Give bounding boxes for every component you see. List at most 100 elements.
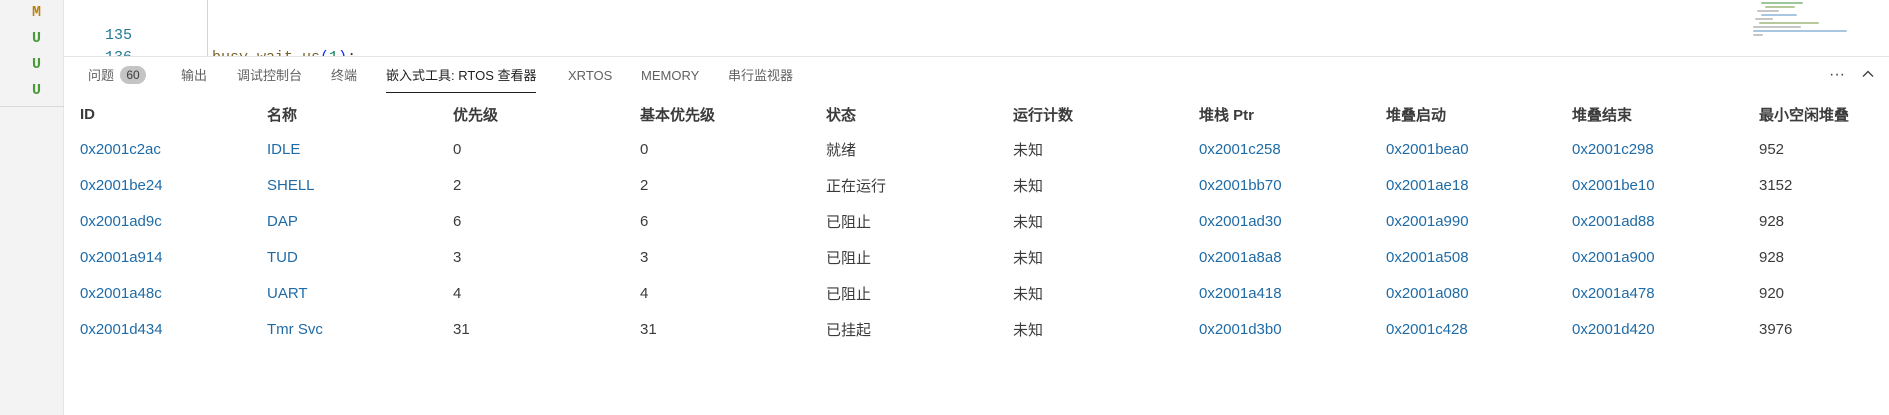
- column-header: 运行计数: [1013, 106, 1074, 124]
- git-status-modified[interactable]: M: [32, 4, 41, 21]
- table-header-row: ID 名称 优先级 基本优先级 状态 运行计数 堆栈 Ptr 堆叠启动 堆叠结束 最小空闲堆叠: [80, 97, 1880, 131]
- table-row[interactable]: 0x2001a48c UART 4 4 已阻止 未知 0x2001a418 0x2001a08…: [80, 275, 1880, 311]
- table-cell: 6: [453, 212, 462, 230]
- tab-label: 输出: [181, 68, 208, 83]
- table-cell: 正在运行: [826, 177, 887, 195]
- tab-terminal[interactable]: 终端: [331, 57, 357, 93]
- git-status-untracked[interactable]: U: [32, 30, 41, 47]
- column-header: 堆叠结束: [1572, 106, 1633, 124]
- table-cell[interactable]: 0x2001c428: [1386, 311, 1572, 347]
- table-row[interactable]: 0x2001d434 Tmr Svc 31 31 已挂起 未知 0x2001d3b0 0x20…: [80, 311, 1880, 347]
- tab-output[interactable]: 输出: [181, 57, 207, 93]
- table-cell: 未知: [1013, 321, 1044, 339]
- code-line[interactable]: 136 } while (true);: [64, 25, 132, 56]
- tab-label: 嵌入式工具: RTOS 查看器: [386, 68, 537, 83]
- table-cell[interactable]: 0x2001d3b0: [1199, 311, 1386, 347]
- column-header: 堆叠启动: [1386, 106, 1447, 124]
- table-cell[interactable]: 0x2001bb70: [1199, 167, 1386, 203]
- problems-count-badge: 60: [120, 66, 147, 84]
- table-cell[interactable]: Tmr Svc: [267, 311, 453, 347]
- tab-serial-monitor[interactable]: 串行监视器: [728, 57, 793, 93]
- git-status-untracked[interactable]: U: [32, 82, 41, 99]
- tab-label: 终端: [331, 68, 358, 83]
- table-cell[interactable]: 0x2001c2ac: [80, 131, 267, 167]
- indent-guide: [207, 0, 208, 56]
- table-cell[interactable]: 0x2001a8a8: [1199, 239, 1386, 275]
- table-cell: 已阻止: [826, 249, 872, 267]
- table-cell: 已阻止: [826, 213, 872, 231]
- table-cell[interactable]: 0x2001be10: [1572, 167, 1759, 203]
- tab-rtos-viewer[interactable]: 嵌入式工具: RTOS 查看器: [386, 57, 537, 93]
- table-cell[interactable]: 0x2001ad88: [1572, 203, 1759, 239]
- table-cell: 未知: [1013, 213, 1044, 231]
- table-cell[interactable]: DAP: [267, 203, 453, 239]
- tab-memory[interactable]: MEMORY: [641, 57, 699, 93]
- table-row[interactable]: 0x2001a914 TUD 3 3 已阻止 未知 0x2001a8a8 0x2001a508…: [80, 239, 1880, 275]
- collapse-panel-icon[interactable]: [1858, 67, 1878, 87]
- table-cell[interactable]: 0x2001a478: [1572, 275, 1759, 311]
- code-line[interactable]: 137 }: [64, 47, 118, 56]
- tab-label: MEMORY: [641, 68, 700, 83]
- table-cell[interactable]: 0x2001a900: [1572, 239, 1759, 275]
- table-cell: 0: [640, 140, 649, 158]
- table-cell[interactable]: 0x2001a914: [80, 239, 267, 275]
- table-cell[interactable]: TUD: [267, 239, 453, 275]
- tab-label: 问题: [88, 68, 115, 83]
- code-line[interactable]: 135 busy_wait_us(1);: [64, 3, 356, 56]
- table-cell: 3: [453, 248, 462, 266]
- table-cell[interactable]: 0x2001bea0: [1386, 131, 1572, 167]
- table-cell[interactable]: IDLE: [267, 131, 453, 167]
- table-cell: 已挂起: [826, 321, 872, 339]
- table-cell: 952: [1759, 140, 1785, 158]
- table-cell[interactable]: 0x2001c258: [1199, 131, 1386, 167]
- table-row[interactable]: 0x2001be24 SHELL 2 2 正在运行 未知 0x2001bb70 0x2001a…: [80, 167, 1880, 203]
- table-cell[interactable]: 0x2001d420: [1572, 311, 1759, 347]
- table-cell[interactable]: 0x2001be24: [80, 167, 267, 203]
- table-cell: 6: [640, 212, 649, 230]
- table-cell[interactable]: 0x2001a990: [1386, 203, 1572, 239]
- table-cell[interactable]: SHELL: [267, 167, 453, 203]
- table-cell: 未知: [1013, 177, 1044, 195]
- column-header: ID: [80, 105, 95, 123]
- column-header: 最小空闲堆叠: [1759, 106, 1850, 124]
- table-cell[interactable]: 0x2001ad30: [1199, 203, 1386, 239]
- table-cell[interactable]: 0x2001a48c: [80, 275, 267, 311]
- table-cell: 920: [1759, 284, 1785, 302]
- code-editor[interactable]: 135 busy_wait_us(1); 136 } while (true);…: [64, 0, 1889, 56]
- table-cell[interactable]: 0x2001c298: [1572, 131, 1759, 167]
- bottom-panel: 问题 60 输出 调试控制台 终端 嵌入式工具: RTOS 查看器 XRTOS M…: [64, 56, 1889, 415]
- table-cell: 3152: [1759, 176, 1793, 194]
- vscode-window: M U U U 135 busy_wait_us(1); 136 } while…: [0, 0, 1889, 415]
- table-cell: 2: [640, 176, 649, 194]
- table-row[interactable]: 0x2001c2ac IDLE 0 0 就绪 未知 0x2001c258 0x2001bea0…: [80, 131, 1880, 167]
- column-header: 状态: [826, 106, 857, 124]
- table-cell: 2: [453, 176, 462, 194]
- tab-problems[interactable]: 问题 60: [88, 57, 147, 93]
- git-status-untracked[interactable]: U: [32, 56, 41, 73]
- table-cell[interactable]: 0x2001ad9c: [80, 203, 267, 239]
- panel-tab-bar: 问题 60 输出 调试控制台 终端 嵌入式工具: RTOS 查看器 XRTOS M…: [64, 57, 1889, 93]
- table-cell: 928: [1759, 212, 1785, 230]
- more-actions-icon[interactable]: ···: [1827, 65, 1847, 85]
- table-cell[interactable]: 0x2001a080: [1386, 275, 1572, 311]
- table-cell[interactable]: 0x2001a508: [1386, 239, 1572, 275]
- table-cell: 31: [453, 320, 470, 338]
- tab-label: 串行监视器: [728, 68, 794, 83]
- table-cell: 未知: [1013, 141, 1044, 159]
- tab-debug-console[interactable]: 调试控制台: [237, 57, 302, 93]
- column-header: 堆栈 Ptr: [1199, 106, 1255, 124]
- table-cell: 928: [1759, 248, 1785, 266]
- table-cell[interactable]: 0x2001d434: [80, 311, 267, 347]
- table-cell[interactable]: UART: [267, 275, 453, 311]
- tab-label: XRTOS: [568, 68, 613, 83]
- column-header: 优先级: [453, 106, 499, 124]
- column-header: 基本优先级: [640, 106, 716, 124]
- tab-xrtos[interactable]: XRTOS: [568, 57, 612, 93]
- code-text: busy_wait_us(1);: [212, 47, 356, 56]
- table-cell[interactable]: 0x2001ae18: [1386, 167, 1572, 203]
- table-row[interactable]: 0x2001ad9c DAP 6 6 已阻止 未知 0x2001ad30 0x2001a990…: [80, 203, 1880, 239]
- table-cell: 0: [453, 140, 462, 158]
- table-cell: 3976: [1759, 320, 1793, 338]
- table-cell[interactable]: 0x2001a418: [1199, 275, 1386, 311]
- minimap[interactable]: [1749, 0, 1849, 38]
